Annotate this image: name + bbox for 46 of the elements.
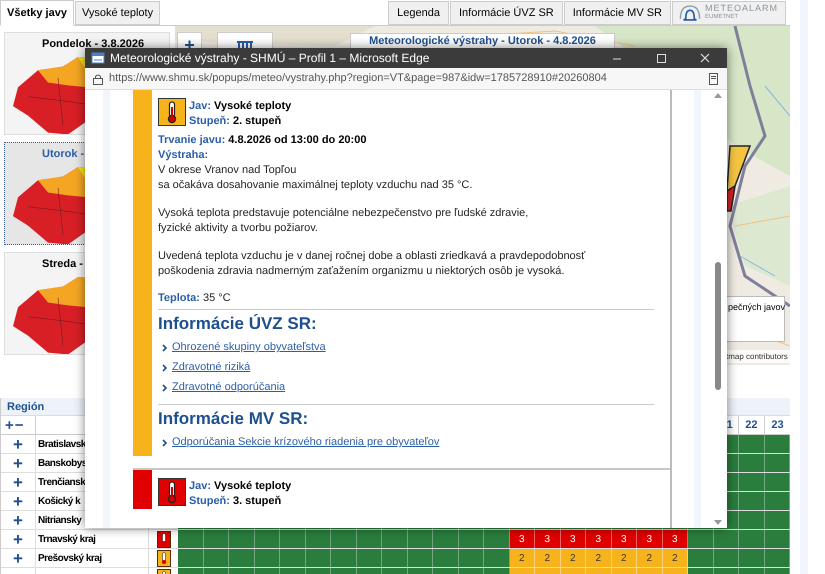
field-label: Stupeň: — [189, 114, 230, 129]
table-cell: 2 — [560, 549, 586, 567]
region-name: Prešovský kraj — [38, 552, 102, 566]
table-cell: 2 — [510, 549, 535, 567]
table-cell: 2 — [612, 549, 637, 567]
field-label: Jav: — [189, 99, 212, 114]
field-value: 2. stupeň — [232, 114, 282, 129]
table-cell: 3 — [535, 530, 560, 548]
day-label: Streda - — [42, 257, 83, 272]
field-label: Stupeň: — [189, 494, 230, 509]
table-cell: 3 — [586, 530, 612, 548]
table-cell: 2 — [662, 549, 688, 567]
column-header: 23 — [764, 416, 790, 434]
region-name: Košický k — [38, 494, 80, 508]
table-cell: 2 — [535, 549, 560, 567]
table-cell: 2 — [637, 549, 662, 567]
field-value: 4.8.2026 od 13:00 do 20:00 — [228, 133, 366, 148]
table-cell: 3 — [637, 530, 662, 548]
field-value: Vysoké teploty — [214, 99, 292, 114]
warning-paragraph: V okrese Vranov nad Topľou sa očakáva dosahovanie maximálnej teploty vzduchu nad 35 °C. — [158, 163, 474, 193]
region-name: Trnavský kraj — [38, 532, 96, 546]
section-heading: Informácie ÚVZ SR: — [158, 313, 318, 335]
table-cell: 3 — [662, 530, 688, 548]
warning-paragraph: Vysoká teplota predstavuje potenciálne nebezpečenstvo pre ľudské zdravie, fyzické aktivity a tvorbu požiarov. — [158, 206, 530, 236]
day-label: Utorok - — [42, 147, 84, 162]
field-label: Jav: — [189, 479, 212, 494]
region-name: Bratislavsk — [38, 438, 86, 452]
brand-name: METEOALARM — [705, 4, 778, 13]
table-cell: 2 — [586, 549, 612, 567]
region-name: Banskobys — [38, 456, 87, 470]
day-label: Pondelok - 3.8.2026 — [42, 37, 144, 52]
table-cell: 3 — [510, 530, 535, 548]
table-cell: 3 — [612, 530, 637, 548]
field-label: Trvanie javu: — [158, 133, 226, 148]
url-text: https://www.shmu.sk/popups/meteo/vystrahy.php?region=VT&page=987&idw=1785728910#20260804 — [109, 71, 607, 86]
section-label: Výstraha: — [158, 148, 210, 163]
region-name: Nitriansky — [38, 514, 82, 528]
field-value: 35 °C — [202, 291, 231, 306]
warning-paragraph: Uvedená teplota vzduchu je v danej ročnej dobe a oblasti zriedkavá a pravdepodobnosť poškodenia zdravia nadmerným zaťažením organizmu u niektorých osôb je vysoká. — [158, 249, 586, 279]
column-header: 22 — [738, 416, 764, 434]
region-name: Trenčiansk — [38, 476, 86, 490]
table-cell: 3 — [560, 530, 586, 548]
field-value: 3. stupeň — [232, 494, 282, 509]
field-value: Vysoké teploty — [214, 479, 292, 494]
map-title: Meteorologické výstrahy - Utorok - 4.8.2026 — [350, 33, 615, 48]
field-label: Teplota: — [158, 291, 200, 306]
